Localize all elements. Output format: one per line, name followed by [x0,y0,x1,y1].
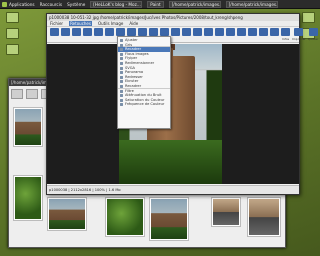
folder-icon [5,44,19,55]
desktop-icon[interactable] [1,12,23,23]
menu-help[interactable]: Aide [129,21,138,26]
toolbar-button[interactable] [226,28,235,41]
main-toolbar: Infos Imprimer Quitter [47,27,318,43]
toolbar-button[interactable] [270,28,279,41]
tool-icon [308,28,318,36]
tool-icon [226,28,235,36]
toolbar-button[interactable] [204,28,213,41]
tool-icon [105,28,114,36]
panel-menu-places[interactable]: Raccourcis [40,2,62,7]
tool-icon [149,28,158,36]
tool-icon [127,28,136,36]
image-viewer-window: p1000038 10-051-32 jpg /home/patrick/ima… [46,13,318,195]
thumbnail[interactable] [247,197,281,237]
thumbnail[interactable] [47,197,87,231]
tool-icon [160,28,169,36]
tool-icon [182,28,191,36]
toolbar-button[interactable] [171,28,180,41]
toolbar-button[interactable] [50,28,59,41]
top-panel: Applications Raccourcis Système [HeLLoK'… [0,0,320,9]
tool-icon [138,28,147,36]
trees [119,140,222,184]
tool-icon [72,28,81,36]
menu-retouches[interactable]: Retouches [69,21,92,26]
status-bar: p1000038 | 2112x2816 | 100% | 1.6 Mo [47,185,299,194]
toolbar-button[interactable]: Infos [281,28,290,41]
toolbar-button[interactable] [26,89,38,99]
thumbnail[interactable] [13,175,43,221]
toolbar-button[interactable] [237,28,246,41]
toolbar-button[interactable] [83,28,92,41]
folder-icon [301,12,315,23]
tool-icon [83,28,92,36]
toolbar-label: Imprimer [292,37,306,41]
toolbar-label: Quitter [307,37,319,41]
tool-icon [116,28,125,36]
thumbnail[interactable] [13,107,43,147]
tool-icon [204,28,213,36]
toolbar-button[interactable] [61,28,70,41]
folder-icon [5,12,19,23]
folder-icon [5,28,19,39]
toolbar-button[interactable] [215,28,224,41]
tool-icon [270,28,279,36]
tool-icon [171,28,180,36]
thumbnail[interactable] [105,197,145,237]
tool-icon [215,28,224,36]
menu-file[interactable]: Fichier [50,21,63,26]
toolbar-button[interactable] [193,28,202,41]
thumbnail[interactable] [149,197,189,241]
toolbar-button[interactable] [248,28,257,41]
toolbar-button[interactable] [182,28,191,41]
taskbar-item-firefox[interactable]: [HeLLoK's blog - Moz... [90,0,143,8]
taskbar-item-paint[interactable]: Paint [147,0,164,8]
tool-icon [61,28,70,36]
menu-item[interactable]: Fréquence de Couleur [118,102,170,107]
toolbar-button[interactable] [105,28,114,41]
tool-icon [94,28,103,36]
toolbar-button[interactable]: Imprimer [292,28,306,41]
image-canvas[interactable] [47,44,299,184]
thumbnail[interactable] [211,197,241,227]
toolbar-button[interactable]: Quitter [307,28,319,41]
tool-icon [248,28,257,36]
toolbar-button[interactable] [94,28,103,41]
toolbar-button[interactable] [72,28,81,41]
window-title: p1000038 10-051-32 jpg /home/patrick/ima… [47,14,299,21]
menu-image-tools[interactable]: Outils Image [98,21,123,26]
tool-icon [259,28,268,36]
toolbar-button[interactable] [259,28,268,41]
tool-icon [193,28,202,36]
taskbar-item-images-1[interactable]: [/home/patrick/images... [168,0,221,8]
toolbar-label: Infos [281,37,290,41]
tool-icon [294,28,304,36]
desktop-icon[interactable] [1,28,23,39]
tool-icon [50,28,59,36]
panel-menu-applications[interactable]: Applications [2,1,35,7]
panel-menu-system[interactable]: Système [67,2,85,7]
tool-icon [237,28,246,36]
desktop-icons-left [1,12,23,60]
foot-icon [2,1,7,7]
toolbar-button[interactable] [11,89,23,99]
taskbar-item-images-2[interactable]: [/home/patrick/images... [225,0,278,8]
desktop-icon[interactable] [1,44,23,55]
tool-icon [281,28,290,36]
desktop-icon[interactable] [297,12,319,23]
retouches-dropdown-menu: Ajuster Gris Recadrer Flous images Flyiper Re… [117,36,171,129]
